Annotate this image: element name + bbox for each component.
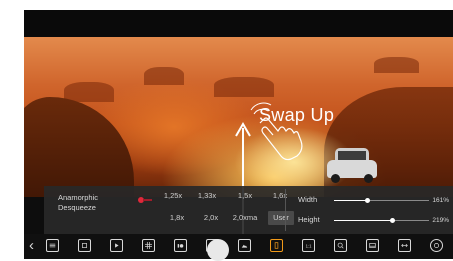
svg-text:1:1: 1:1 [306,243,312,248]
list-icon[interactable] [46,239,59,252]
width-slider-knob[interactable] [364,198,370,203]
video-settings-icon[interactable] [174,239,187,252]
ratio-button-1-33x[interactable]: 1,33x [193,189,221,203]
height-label: Height [298,215,320,224]
ratio-button-user[interactable]: User [268,211,294,225]
width-value: 161% [432,197,449,204]
stretch-icon[interactable] [398,239,411,252]
frame-guide-icon[interactable] [270,239,283,252]
anamorphic-label-line2: Desqueeze [58,203,96,212]
panel-divider [285,189,286,231]
frame-icon[interactable] [78,239,91,252]
ratio-button-2-0x[interactable]: 2,0x [198,211,224,225]
height-value: 219% [432,217,449,224]
gesture-label: Swap Up [259,105,335,125]
width-slider[interactable] [334,198,429,203]
aspect-window-icon[interactable] [366,239,379,252]
ratio-button-1-6x[interactable]: 1,6x [266,189,294,203]
swipe-handle[interactable] [207,239,229,261]
ratio-button-1-5x[interactable]: 1,5x [230,189,260,203]
play-frame-icon[interactable] [110,239,123,252]
ratio-button-1-8x[interactable]: 1,8x [164,211,190,225]
width-label: Width [298,195,318,204]
height-slider-fill [334,220,393,221]
zoom-in-icon[interactable] [334,239,347,252]
bottom-toolbar: ‹ 1:1 [24,234,453,259]
image-icon[interactable] [238,239,251,252]
anamorphic-label: Anamorphic Desqueeze [58,193,118,213]
grid-icon[interactable] [142,239,155,252]
ratio-button-2-0xma[interactable]: 2,0xma [228,211,262,225]
overlay-circle-icon[interactable] [430,239,443,252]
anamorphic-toggle[interactable] [138,197,152,203]
height-slider[interactable] [334,218,429,223]
anamorphic-label-line1: Anamorphic [58,193,99,202]
one-to-one-icon[interactable]: 1:1 [302,239,315,252]
ratio-button-1-25x[interactable]: 1,25x [159,189,187,203]
width-slider-fill [334,200,368,201]
monitor-screen: Swap Up Anamorphic Desqueeze 1,25x 1,33x… [24,10,453,259]
aspect-ratio-panel: Anamorphic Desqueeze 1,25x 1,33x 1,5x 1,… [44,186,453,234]
height-slider-knob[interactable] [390,218,396,223]
back-icon[interactable]: ‹ [29,237,34,255]
